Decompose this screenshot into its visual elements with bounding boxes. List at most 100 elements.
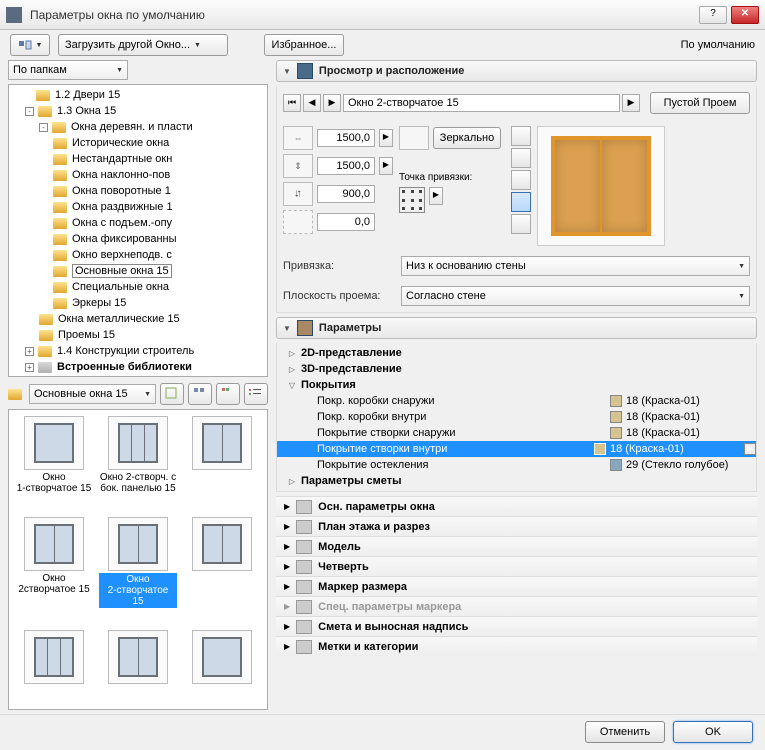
tree-item[interactable]: Специальные окна <box>53 279 265 295</box>
tree-item[interactable]: -Окна деревян. и пласти <box>39 119 265 135</box>
tree-item[interactable]: Проемы 15 <box>39 327 265 343</box>
library-mode-button[interactable] <box>10 34 50 56</box>
browse-mode-label: По папкам <box>13 64 67 76</box>
folder-dropdown[interactable]: Основные окна 15 <box>29 384 156 404</box>
param-row[interactable]: Покр. коробки внутри18 (Краска-01) <box>277 409 756 425</box>
nav-go-button[interactable]: ▶ <box>622 94 640 112</box>
anchor-grid[interactable] <box>399 187 425 213</box>
link-button[interactable]: ▶ <box>379 129 393 147</box>
param-group[interactable]: ▷3D-представление <box>277 361 756 377</box>
favorites-label: Избранное... <box>272 39 337 51</box>
param-row[interactable]: Покр. коробки снаружи18 (Краска-01) <box>277 393 756 409</box>
tree-item[interactable]: Окна с подъем.-опу <box>53 215 265 231</box>
tree-item[interactable]: Окно верхнеподв. с <box>53 247 265 263</box>
link-button[interactable]: ▶ <box>379 157 393 175</box>
bind-dropdown[interactable]: Низ к основанию стены <box>401 256 750 276</box>
tree-item[interactable]: Окна фиксированны <box>53 231 265 247</box>
accordion-row[interactable]: ▶План этажа и разрез <box>276 516 757 536</box>
tree-item[interactable]: Исторические окна <box>53 135 265 151</box>
ok-button[interactable]: OK <box>673 721 753 743</box>
accordion-row[interactable]: ▶Смета и выносная надпись <box>276 616 757 636</box>
preview-icon <box>297 63 313 79</box>
view-3d-button[interactable] <box>511 170 531 190</box>
accordion-row[interactable]: ▶Маркер размера <box>276 576 757 596</box>
thumbnail-item[interactable] <box>183 416 261 511</box>
thumbnail-grid[interactable]: Окно1-створчатое 15Окно 2-створч. сбок. … <box>8 409 268 710</box>
tree-item-selected[interactable]: Основные окна 15 <box>53 263 265 279</box>
tree-item[interactable]: Окна наклонно-пов <box>53 167 265 183</box>
plane-dropdown[interactable]: Согласно стене <box>401 286 750 306</box>
tree-item[interactable]: Эркеры 15 <box>53 295 265 311</box>
width-input[interactable]: 1500,0 <box>317 129 375 147</box>
tree-item[interactable]: 1.2 Двери 15 <box>25 87 265 103</box>
preview-header[interactable]: ▼ Просмотр и расположение <box>276 60 757 82</box>
empty-opening-button[interactable]: Пустой Проем <box>650 92 750 114</box>
go-icon[interactable]: ▶ <box>744 443 756 455</box>
section-icon <box>296 580 312 594</box>
nav-prev-button[interactable]: ◀ <box>303 94 321 112</box>
help-button[interactable]: ? <box>699 6 727 24</box>
tree-item[interactable]: Окна поворотные 1 <box>53 183 265 199</box>
thumbnail-item[interactable]: Окно2створчатое 15 <box>15 517 93 625</box>
collapse-icon[interactable]: - <box>25 107 34 116</box>
favorites-button[interactable]: Избранное... <box>264 34 344 56</box>
tree-item[interactable]: Окна раздвижные 1 <box>53 199 265 215</box>
mirror-checkbox[interactable]: Зеркально <box>433 127 501 149</box>
accordion-row[interactable]: ▶Модель <box>276 536 757 556</box>
offset-input[interactable]: 0,0 <box>317 213 375 231</box>
load-other-label: Загрузить другой Окно... <box>65 39 190 51</box>
expand-icon: ▶ <box>284 502 290 511</box>
thumbnail-item[interactable]: Окно2-створчатое 15 <box>99 517 177 625</box>
param-row[interactable]: Покрытие остекления29 (Стекло голубое) <box>277 457 756 473</box>
load-other-button[interactable]: Загрузить другой Окно... <box>58 34 228 56</box>
element-name-field[interactable]: Окно 2-створчатое 15 <box>343 94 620 112</box>
param-group-open[interactable]: ▽Покрытия <box>277 377 756 393</box>
param-row[interactable]: Покрытие створки внутри18 (Краска-01)▶ <box>277 441 756 457</box>
anchor-more-button[interactable]: ▶ <box>429 187 443 205</box>
color-swatch <box>610 395 622 407</box>
view-list-button[interactable] <box>244 383 268 405</box>
tree-item[interactable]: +1.4 Конструкции строитель <box>25 343 265 359</box>
thumbnail-item[interactable] <box>99 630 177 703</box>
thumbnail-item[interactable]: Окно1-створчатое 15 <box>15 416 93 511</box>
thumbnail-item[interactable] <box>183 630 261 703</box>
expand-icon[interactable]: + <box>25 363 34 372</box>
thumbnail-item[interactable] <box>15 630 93 703</box>
expand-icon[interactable]: + <box>25 347 34 356</box>
thumbnail-item[interactable]: Окно 2-створч. сбок. панелью 15 <box>99 416 177 511</box>
view-elev-button[interactable] <box>511 126 531 146</box>
nav-first-button[interactable]: ⏮ <box>283 94 301 112</box>
accordion-row[interactable]: ▶Метки и категории <box>276 636 757 656</box>
accordion-row[interactable]: ▶Осн. параметры окна <box>276 496 757 516</box>
view-iso-button[interactable] <box>511 192 531 212</box>
sill-input[interactable]: 900,0 <box>317 185 375 203</box>
folder-icon <box>8 389 22 400</box>
height-input[interactable]: 1500,0 <box>317 157 375 175</box>
tree-item[interactable]: +Встроенные библиотеки <box>25 359 265 375</box>
accordion-row[interactable]: ▶Четверть <box>276 556 757 576</box>
large-icons-icon <box>165 387 179 401</box>
view-plan-button[interactable] <box>511 148 531 168</box>
param-group[interactable]: ▷Параметры сметы <box>277 473 756 489</box>
cancel-button[interactable]: Отменить <box>585 721 665 743</box>
anchor-column: Зеркально Точка привязки: ▶ <box>399 126 501 246</box>
browse-mode-dropdown[interactable]: По папкам <box>8 60 128 80</box>
nav-next-button[interactable]: ▶ <box>323 94 341 112</box>
view-side-button[interactable] <box>511 214 531 234</box>
library-tree[interactable]: 1.2 Двери 15 -1.3 Окна 15 -Окна деревян.… <box>8 84 268 377</box>
params-header[interactable]: ▼ Параметры <box>276 317 757 339</box>
tree-item[interactable]: Нестандартные окн <box>53 151 265 167</box>
view-small-button[interactable] <box>216 383 240 405</box>
view-large-button[interactable] <box>160 383 184 405</box>
collapse-icon[interactable]: - <box>39 123 48 132</box>
param-group[interactable]: ▷2D-представление <box>277 345 756 361</box>
param-row[interactable]: Покрытие створки снаружи18 (Краска-01) <box>277 425 756 441</box>
right-panel: ▼ Просмотр и расположение ⏮ ◀ ▶ Окно 2-с… <box>276 60 757 710</box>
thumbnail-item[interactable] <box>183 517 261 625</box>
tree-item[interactable]: -1.3 Окна 15 <box>25 103 265 119</box>
thumbnail-image <box>24 416 84 470</box>
close-button[interactable]: ✕ <box>731 6 759 24</box>
dimension-column: ⇔1500,0▶ ⇕1500,0▶ ⮃900,0 0,0 <box>283 126 393 246</box>
view-medium-button[interactable] <box>188 383 212 405</box>
tree-item[interactable]: Окна металлические 15 <box>39 311 265 327</box>
